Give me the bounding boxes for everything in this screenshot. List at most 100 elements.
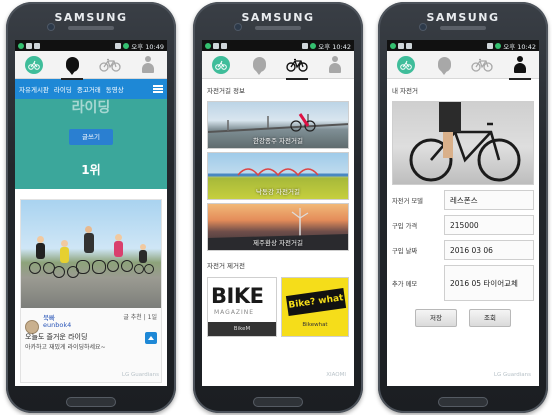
bike-logo-icon [212, 55, 230, 74]
ad-bike-magazine[interactable]: BIKE MAGAZINE BikeM [207, 277, 277, 337]
post-card[interactable]: 북빠 글 추천 | 1일 eunbok4 오늘도 즐거운 라이딩 아카하고 재밌… [20, 199, 162, 383]
home-button[interactable] [253, 397, 303, 407]
nav-item-riding[interactable]: 라이딩 [54, 84, 72, 94]
tab-home[interactable] [391, 53, 421, 77]
tab-community[interactable] [244, 53, 274, 77]
download-icon [213, 42, 219, 49]
scroll-top-icon[interactable] [145, 332, 157, 344]
tab-my-bike[interactable] [505, 53, 535, 80]
battery-icon [123, 42, 130, 49]
banner-nakdong[interactable]: 낙동강 자전거길 [207, 152, 349, 200]
screen-my-bike: 오후 10:42 내 자전거 자전거 모델 레스폰스 구입 가격 215000 … [387, 40, 539, 386]
ad-footer: BikeM [208, 322, 276, 336]
purchase-price-field[interactable]: 215000 [444, 215, 534, 235]
download-icon [26, 42, 32, 49]
view-button[interactable]: 조회 [469, 309, 511, 327]
ad-bike-what[interactable]: Bike? what Bikewhat [281, 277, 349, 337]
tab-community[interactable] [57, 53, 87, 80]
bike-model-field[interactable]: 레스폰스 [444, 190, 534, 210]
status-time: 오후 10:42 [318, 42, 351, 51]
notification-icon [205, 42, 211, 49]
battery-icon [310, 42, 317, 49]
home-button[interactable] [66, 397, 116, 407]
post-likes: 글 추천 | 1일 [123, 314, 157, 321]
top-tab-bar [387, 51, 539, 80]
tab-home[interactable] [19, 53, 49, 77]
brand-label: SAMSUNG [241, 11, 315, 24]
notification-icon [390, 42, 396, 49]
banner-caption: 한강종주 자전거길 [253, 137, 303, 145]
my-bike-photo[interactable] [392, 101, 534, 185]
tab-community[interactable] [429, 53, 459, 77]
tab-home[interactable] [206, 53, 236, 77]
rank-label: 1위 [81, 163, 101, 177]
memo-field[interactable]: 2016 05 타이어교체 [444, 265, 534, 301]
hamburger-menu-icon[interactable] [153, 85, 163, 93]
post-meta: 북빠 글 추천 | 1일 eunbok4 오늘도 즐거운 라이딩 아카하고 재밌… [21, 308, 161, 382]
form-row-date: 구입 날짜 2016 03 06 [387, 240, 539, 260]
bike-logo-icon [25, 55, 43, 74]
purchase-date-field[interactable]: 2016 03 06 [444, 240, 534, 260]
battery-icon [495, 42, 502, 49]
screen-community: 오후 10:49 자유게시판 라이딩 중고거래 동영상 라이딩 글쓰기 1위 북… [15, 40, 167, 386]
banner-jeju[interactable]: 제주환상 자전거길 [207, 203, 349, 251]
top-tab-bar [202, 51, 354, 80]
form-row-model: 자전거 모델 레스폰스 [387, 190, 539, 210]
home-button[interactable] [438, 397, 488, 407]
download-icon [406, 42, 412, 49]
wifi-icon [115, 42, 122, 49]
front-camera [48, 24, 54, 30]
write-button[interactable]: 글쓰기 [69, 129, 113, 145]
front-camera [235, 24, 241, 30]
tab-bike-info[interactable] [95, 53, 125, 77]
board-title: 라이딩 [71, 100, 111, 116]
ad-headline: BIKE [211, 284, 264, 308]
brand-label: SAMSUNG [426, 11, 500, 24]
bicycle-icon [286, 58, 308, 72]
front-camera [420, 24, 426, 30]
brand-label: SAMSUNG [54, 11, 128, 24]
wifi-icon [487, 42, 494, 49]
download-icon [398, 42, 404, 49]
chat-bubble-icon [437, 57, 451, 75]
post-username[interactable]: eunbok4 [43, 321, 71, 329]
nav-item-video[interactable]: 동영상 [106, 84, 124, 94]
chat-bubble-icon [252, 57, 266, 75]
top-tab-bar [15, 51, 167, 80]
screen-bike-roads: 오후 10:42 자전거길 정보 한강종주 자전거길 낙동강 자전거길 제주환상… [202, 40, 354, 386]
status-time: 오후 10:49 [131, 42, 164, 51]
banner-caption: 제주환상 자전거길 [253, 239, 303, 247]
ad-subtitle: MAGAZINE [214, 309, 255, 316]
board-nav: 자유게시판 라이딩 중고거래 동영상 [15, 79, 167, 99]
banner-hangang[interactable]: 한강종주 자전거길 [207, 101, 349, 149]
post-title: 오늘도 즐거운 라이딩 [25, 333, 88, 341]
ad-row: BIKE MAGAZINE BikeM Bike? what Bikewhat [207, 277, 349, 337]
nav-item-free-board[interactable]: 자유게시판 [19, 84, 49, 94]
tab-my-bike[interactable] [133, 53, 163, 77]
wifi-icon [302, 42, 309, 49]
field-label: 자전거 모델 [392, 197, 423, 205]
bicycle-icon [471, 58, 493, 72]
status-bar: 오후 10:42 [387, 40, 539, 51]
download-icon [34, 42, 40, 49]
status-time: 오후 10:42 [503, 42, 536, 51]
form-row-price: 구입 가격 215000 [387, 215, 539, 235]
phone-2: SAMSUNG 오후 10:42 자전거길 정보 한강종주 자전거길 낙동강 자… [193, 2, 363, 413]
save-button[interactable]: 저장 [415, 309, 457, 327]
tab-bike-info[interactable] [282, 53, 312, 80]
nav-item-used-trade[interactable]: 중고거래 [77, 84, 101, 94]
earpiece [68, 26, 114, 30]
banner-caption: 낙동강 자전거길 [256, 188, 300, 196]
status-bar: 오후 10:42 [202, 40, 354, 51]
earpiece [255, 26, 301, 30]
download-icon [221, 42, 227, 49]
watermark: XIAOMI [326, 372, 346, 378]
bicycle-photo-illustration [409, 102, 521, 182]
three-phone-mockup: SAMSUNG 오후 10:49 자유게시판 라이딩 중고거래 동영상 라이딩 … [0, 0, 552, 415]
tab-bike-info[interactable] [467, 53, 497, 77]
tab-my-bike[interactable] [320, 53, 350, 77]
field-label: 구입 날짜 [392, 247, 418, 255]
field-label: 추가 메모 [392, 280, 418, 288]
bike-logo-icon [397, 55, 415, 74]
person-icon [513, 56, 527, 73]
